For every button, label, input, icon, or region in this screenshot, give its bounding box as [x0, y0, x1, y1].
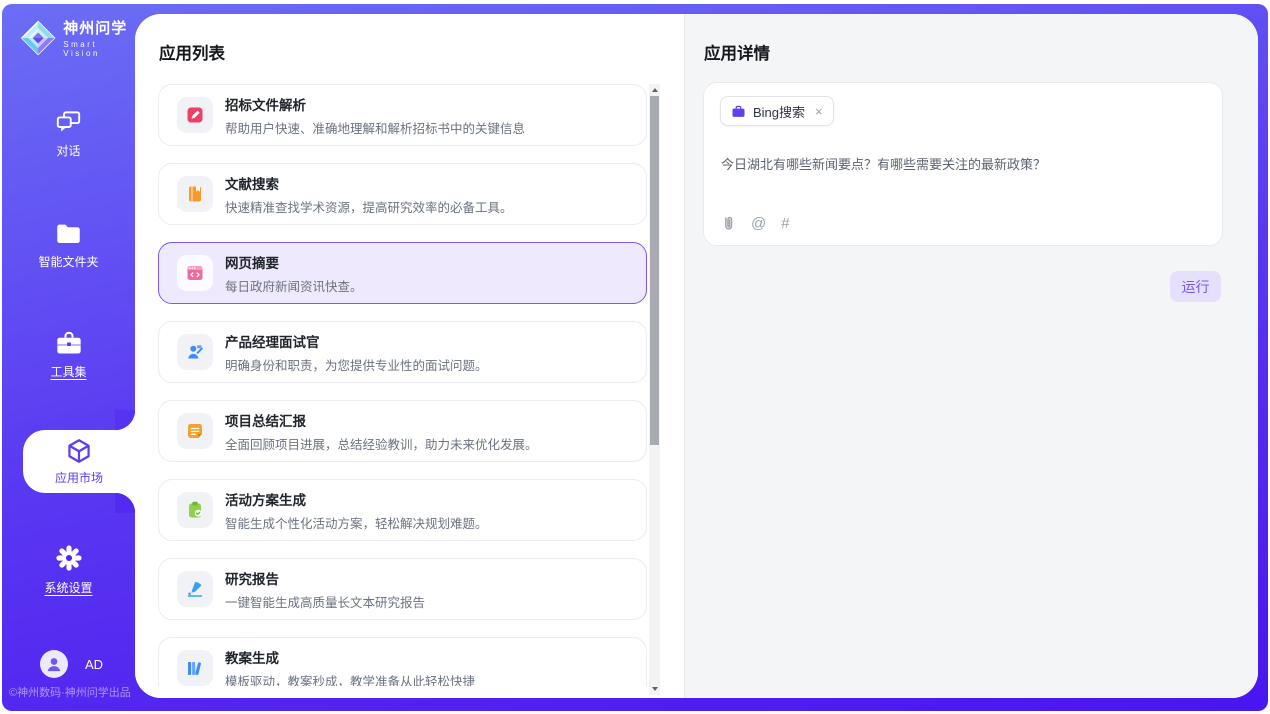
clipboard-check-icon [185, 500, 205, 520]
run-button[interactable]: 运行 [1170, 271, 1221, 302]
sidebar-item-chat[interactable]: 对话 [2, 110, 135, 159]
books-icon [185, 658, 205, 678]
toolbox-icon [55, 330, 83, 356]
brand-subtitle: Smart Vision [63, 40, 135, 58]
user-account[interactable]: AD [40, 650, 103, 678]
app-list-panel: 应用列表 招标文件解析 帮助用户快速、准确地理解和解析招标书中的关键信息 [135, 14, 684, 698]
note-icon [185, 421, 205, 441]
gear-icon [55, 544, 83, 572]
icon-tile [177, 255, 213, 291]
icon-tile [177, 97, 213, 133]
chat-icon [55, 110, 82, 135]
composer-toolbar: @ # [721, 215, 790, 232]
app-list: 招标文件解析 帮助用户快速、准确地理解和解析招标书中的关键信息 文献搜索 [158, 84, 648, 686]
app-card-research-report[interactable]: 研究报告 一键智能生成高质量长文本研究报告 [158, 558, 647, 620]
app-list-title: 应用列表 [159, 40, 225, 64]
ink-pen-icon [185, 579, 205, 599]
at-icon[interactable]: @ [751, 215, 766, 232]
gem-diamond-icon [20, 19, 56, 57]
cube-icon [65, 437, 93, 465]
list-scrollbar[interactable] [649, 84, 660, 695]
app-card-project-summary[interactable]: 项目总结汇报 全面回顾项目进展，总结经验教训，助力未来优化发展。 [158, 400, 647, 462]
sidebar: 神州问学 Smart Vision 对话 智能文件夹 [2, 4, 135, 711]
app-card-pm-interviewer[interactable]: 产品经理面试官 明确身份和职责，为您提供专业性的面试问题。 [158, 321, 647, 383]
app-card-event-plan[interactable]: 活动方案生成 智能生成个性化活动方案，轻松解决规划难题。 [158, 479, 647, 541]
folder-icon [55, 222, 82, 246]
avatar [40, 650, 68, 678]
icon-tile [177, 571, 213, 607]
scroll-down-arrow-icon[interactable] [649, 683, 660, 695]
prompt-composer[interactable]: Bing搜索 × 今日湖北有哪些新闻要点？有哪些需要关注的最新政策？ @ # [703, 82, 1223, 246]
scroll-up-arrow-icon[interactable] [649, 84, 660, 96]
brand-logo: 神州问学 Smart Vision [20, 17, 135, 58]
briefcase-icon [731, 104, 746, 119]
app-card-lesson-plan[interactable]: 教案生成 模板驱动，教案秒成，教学准备从此轻松快捷 [158, 637, 647, 686]
app-card-web-summary[interactable]: 网页摘要 每日政府新闻资讯快查。 [158, 242, 647, 304]
sidebar-item-toolset[interactable]: 工具集 [2, 330, 135, 380]
close-icon[interactable]: × [815, 104, 823, 119]
sidebar-item-settings[interactable]: 系统设置 [2, 544, 135, 596]
app-detail-title: 应用详情 [704, 40, 770, 64]
scrollbar-thumb[interactable] [650, 96, 659, 445]
icon-tile [177, 650, 213, 686]
app-card-literature-search[interactable]: 文献搜索 快速精准查找学术资源，提高研究效率的必备工具。 [158, 163, 647, 225]
active-item-curve-top [115, 410, 135, 430]
app-window: 神州问学 Smart Vision 对话 智能文件夹 [2, 4, 1268, 711]
sidebar-item-app-market[interactable]: 应用市场 [23, 430, 135, 493]
copyright-footer: ©神州数码·神州问学出品 [9, 684, 131, 700]
paperclip-icon[interactable] [721, 215, 736, 232]
app-card-bid-analysis[interactable]: 招标文件解析 帮助用户快速、准确地理解和解析招标书中的关键信息 [158, 84, 647, 146]
brand-name: 神州问学 [63, 17, 135, 38]
icon-tile [177, 334, 213, 370]
icon-tile [177, 413, 213, 449]
prompt-input[interactable]: 今日湖北有哪些新闻要点？有哪些需要关注的最新政策？ [721, 154, 1206, 173]
icon-tile [177, 176, 213, 212]
sidebar-item-smart-folder[interactable]: 智能文件夹 [2, 222, 135, 270]
tool-tag-bing-search[interactable]: Bing搜索 × [720, 96, 834, 126]
icon-tile [177, 492, 213, 528]
active-item-curve-bottom [115, 493, 135, 513]
book-icon [185, 184, 205, 204]
main-content: 应用列表 招标文件解析 帮助用户快速、准确地理解和解析招标书中的关键信息 [135, 14, 1258, 698]
browser-code-icon [185, 263, 205, 283]
tool-tag-label: Bing搜索 [753, 102, 805, 121]
user-name: AD [85, 657, 103, 672]
document-edit-icon [185, 105, 205, 125]
interviewer-icon [185, 342, 205, 362]
app-detail-panel: 应用详情 Bing搜索 × 今日湖北有哪些新闻要点？有哪些需要关注的最新政策？ … [684, 14, 1258, 698]
hash-icon[interactable]: # [781, 215, 789, 232]
user-avatar-icon [44, 654, 64, 674]
